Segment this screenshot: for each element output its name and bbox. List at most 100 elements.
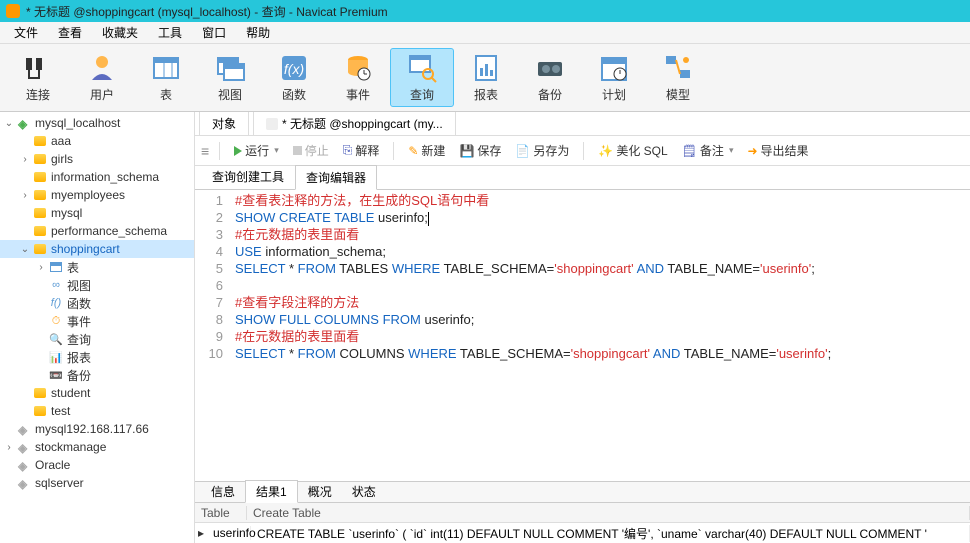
cell-table[interactable]: userinfo <box>207 526 251 540</box>
toolbar-user-button[interactable]: 用户 <box>70 48 134 107</box>
model-icon <box>662 52 694 84</box>
toolbar-backup-button[interactable]: 备份 <box>518 48 582 107</box>
menu-item[interactable]: 查看 <box>48 24 92 41</box>
tree-label: mysql <box>51 206 82 220</box>
code-area[interactable]: #查看表注释的方法，在生成的SQL语句中看SHOW CREATE TABLE u… <box>231 190 970 481</box>
result-tab-bar: 信息结果1概况状态 <box>195 481 970 503</box>
view-icon: ∞ <box>48 278 64 292</box>
toolbar-connect-button[interactable]: 连接 <box>6 48 70 107</box>
tree-label: test <box>51 404 70 418</box>
tree-item[interactable]: ◈sqlserver <box>0 474 194 492</box>
db-icon <box>32 242 48 256</box>
tree-item[interactable]: ⏱事件 <box>0 312 194 330</box>
db-icon <box>32 224 48 238</box>
tree-label: Oracle <box>35 458 70 472</box>
export-button[interactable]: ➜导出结果 <box>743 140 812 161</box>
expand-arrow-icon[interactable]: ⌄ <box>18 244 32 255</box>
expand-arrow-icon[interactable]: › <box>18 190 32 201</box>
tab-query-editor[interactable]: * 无标题 @shoppingcart (my... <box>253 112 456 135</box>
tree-item[interactable]: f()函数 <box>0 294 194 312</box>
tab-sql-editor[interactable]: 查询编辑器 <box>295 165 377 190</box>
connect-icon <box>22 52 54 84</box>
result-grid[interactable]: Table Create Table ▸ userinfo CREATE TAB… <box>195 503 970 543</box>
db-icon <box>32 152 48 166</box>
play-icon <box>234 146 242 156</box>
row-indicator-icon: ▸ <box>195 526 207 540</box>
result-tab[interactable]: 概况 <box>298 481 342 502</box>
stop-button[interactable]: 停止 <box>289 140 333 161</box>
expand-arrow-icon[interactable]: › <box>34 262 48 273</box>
tree-label: information_schema <box>51 170 159 184</box>
menu-item[interactable]: 收藏夹 <box>92 24 148 41</box>
explain-button[interactable]: ⎘解释 <box>339 140 384 161</box>
run-button[interactable]: 运行▾ <box>230 140 283 161</box>
toolbar-label: 事件 <box>346 86 370 103</box>
expand-arrow-icon[interactable]: › <box>2 442 16 453</box>
toolbar-query-button[interactable]: 查询 <box>390 48 454 107</box>
sql-editor[interactable]: 12345678910 #查看表注释的方法，在生成的SQL语句中看SHOW CR… <box>195 190 970 481</box>
result-row[interactable]: ▸ userinfo CREATE TABLE `userinfo` ( `id… <box>195 523 970 543</box>
toolbar-report-button[interactable]: 报表 <box>454 48 518 107</box>
db-icon <box>32 170 48 184</box>
tree-item[interactable]: ⌄◈mysql_localhost <box>0 114 194 132</box>
tree-item[interactable]: student <box>0 384 194 402</box>
toolbar-view-button[interactable]: 视图 <box>198 48 262 107</box>
tree-item[interactable]: ∞视图 <box>0 276 194 294</box>
rpt-icon: 📊 <box>48 350 64 364</box>
tree-item[interactable]: ›◈stockmanage <box>0 438 194 456</box>
tree-label: 备份 <box>67 367 91 384</box>
tree-item[interactable]: 🔍查询 <box>0 330 194 348</box>
expand-arrow-icon[interactable]: › <box>18 154 32 165</box>
menu-bar: 文件查看收藏夹工具窗口帮助 <box>0 22 970 44</box>
beautify-button[interactable]: ✨美化 SQL <box>594 140 671 161</box>
tree-item[interactable]: mysql <box>0 204 194 222</box>
tree-item[interactable]: performance_schema <box>0 222 194 240</box>
tree-item[interactable]: 📊报表 <box>0 348 194 366</box>
function-icon: f(x) <box>278 52 310 84</box>
toolbar-table-button[interactable]: 表 <box>134 48 198 107</box>
tree-label: girls <box>51 152 73 166</box>
toolbar-label: 连接 <box>26 86 50 103</box>
saveas-button[interactable]: 📄另存为 <box>511 140 573 161</box>
toolbar-event-button[interactable]: 事件 <box>326 48 390 107</box>
tree-item[interactable]: ›表 <box>0 258 194 276</box>
connection-tree[interactable]: ⌄◈mysql_localhostaaa › girls information_sc… <box>0 112 195 543</box>
tree-item[interactable]: ◈mysql192.168.117.66 <box>0 420 194 438</box>
tree-label: 表 <box>67 259 79 276</box>
tree-item[interactable]: ⌄shoppingcart <box>0 240 194 258</box>
menu-toggle-icon[interactable]: ≡ <box>201 143 209 159</box>
result-tab[interactable]: 结果1 <box>245 480 298 503</box>
tree-item[interactable]: ›myemployees <box>0 186 194 204</box>
tab-label: * 无标题 @shoppingcart (my... <box>282 115 443 132</box>
qry-icon: 🔍 <box>48 332 64 346</box>
menu-item[interactable]: 文件 <box>4 24 48 41</box>
tree-label: 函数 <box>67 295 91 312</box>
result-tab[interactable]: 信息 <box>201 481 245 502</box>
tree-item[interactable]: test <box>0 402 194 420</box>
menu-item[interactable]: 帮助 <box>236 24 280 41</box>
menu-item[interactable]: 窗口 <box>192 24 236 41</box>
toolbar-model-button[interactable]: 模型 <box>646 48 710 107</box>
menu-item[interactable]: 工具 <box>148 24 192 41</box>
tab-query-builder[interactable]: 查询创建工具 <box>201 164 295 189</box>
tree-label: stockmanage <box>35 440 106 454</box>
toolbar-function-button[interactable]: f(x)函数 <box>262 48 326 107</box>
tree-item[interactable]: information_schema <box>0 168 194 186</box>
save-button[interactable]: 💾保存 <box>455 140 505 161</box>
tree-item[interactable]: › girls <box>0 150 194 168</box>
tree-label: mysql192.168.117.66 <box>35 422 149 436</box>
tree-item[interactable]: aaa <box>0 132 194 150</box>
tab-objects[interactable]: 对象 <box>199 112 249 135</box>
export-icon: ➜ <box>747 144 757 158</box>
expand-arrow-icon[interactable]: ⌄ <box>2 118 16 129</box>
db-icon <box>32 188 48 202</box>
col-create-table[interactable]: Create Table <box>247 506 970 520</box>
toolbar-schedule-button[interactable]: 计划 <box>582 48 646 107</box>
col-table[interactable]: Table <box>195 506 247 520</box>
cell-create-table[interactable]: CREATE TABLE `userinfo` ( `id` int(11) D… <box>251 525 970 542</box>
tree-item[interactable]: ◈Oracle <box>0 456 194 474</box>
note-button[interactable]: 🗒备注▾ <box>678 140 738 161</box>
result-tab[interactable]: 状态 <box>342 481 386 502</box>
new-button[interactable]: ✎新建 <box>404 140 449 161</box>
tree-item[interactable]: 📼备份 <box>0 366 194 384</box>
